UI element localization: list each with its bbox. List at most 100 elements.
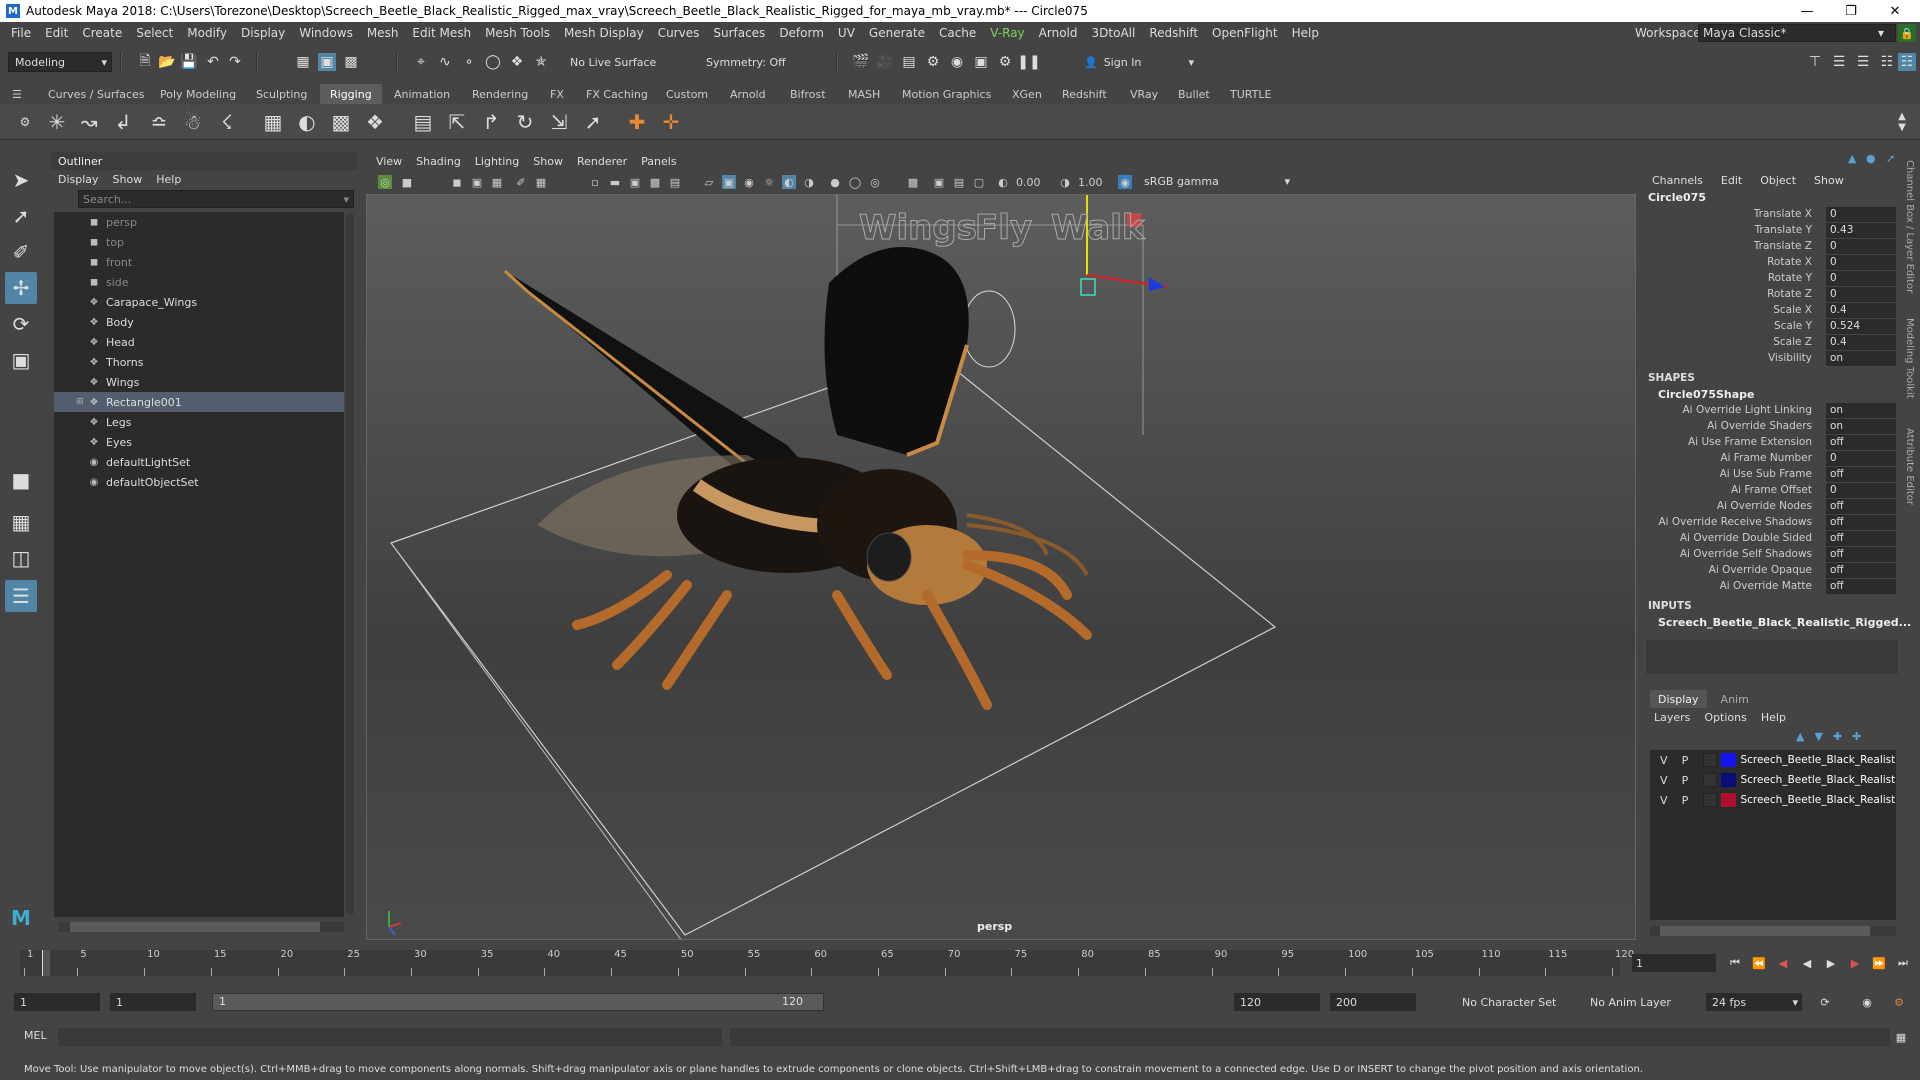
- shelf-tab-sculpting[interactable]: Sculpting: [246, 84, 317, 104]
- attr-value[interactable]: on: [1826, 402, 1896, 418]
- save-scene-icon[interactable]: 💾: [180, 53, 198, 71]
- attr-ai-frame-number[interactable]: Ai Frame Number 0: [1644, 450, 1900, 466]
- outliner-item-head[interactable]: ❖ Head: [54, 332, 344, 352]
- shelf-menu-icon[interactable]: ☰: [6, 84, 28, 104]
- select-tool-icon[interactable]: ➤: [5, 164, 37, 196]
- attr-rotate-y[interactable]: Rotate Y 0: [1644, 270, 1900, 286]
- attr-ai-override-receive-shadows[interactable]: Ai Override Receive Shadows off: [1644, 514, 1900, 530]
- outliner-item-default-light-set[interactable]: ◉ defaultLightSet: [54, 452, 344, 472]
- select-hierarchy-icon[interactable]: ▦: [294, 53, 312, 71]
- side-tab-attribute-editor[interactable]: Attribute Editor: [1904, 428, 1915, 505]
- attr-translate-z[interactable]: Translate Z 0: [1644, 238, 1900, 254]
- gamma-icon[interactable]: ◑: [1058, 175, 1072, 189]
- side-tab-channel-box[interactable]: Channel Box / Layer Editor: [1904, 160, 1915, 293]
- layer-tab-display[interactable]: Display: [1650, 690, 1707, 708]
- attr-value[interactable]: off: [1826, 498, 1896, 514]
- attr-ai-frame-offset[interactable]: Ai Frame Offset 0: [1644, 482, 1900, 498]
- menu-uv[interactable]: UV: [831, 26, 862, 40]
- loop-icon[interactable]: ⟳: [1816, 993, 1834, 1011]
- viewport-menu-lighting[interactable]: Lighting: [475, 155, 519, 168]
- shelf-tab-redshift[interactable]: Redshift: [1052, 84, 1117, 104]
- symmetry-dropdown[interactable]: Symmetry: Off: [700, 52, 806, 72]
- gate-mask-icon[interactable]: ▣: [628, 175, 642, 189]
- viewport-menu-shading[interactable]: Shading: [416, 155, 461, 168]
- live-surface-field[interactable]: No Live Surface: [564, 52, 670, 72]
- layer-type-toggle[interactable]: [1703, 793, 1717, 807]
- outliner-item-carapace-wings[interactable]: ❖ Carapace_Wings: [54, 292, 344, 312]
- anim-end-field[interactable]: 120: [1234, 993, 1320, 1011]
- current-time-marker[interactable]: [42, 950, 50, 976]
- auto-key-icon[interactable]: ◉: [1858, 993, 1876, 1011]
- layer-color-swatch[interactable]: [1720, 773, 1737, 787]
- channel-box-icon[interactable]: ☷: [1878, 53, 1896, 71]
- ipr-render-icon[interactable]: ▤: [900, 53, 918, 71]
- insert-joint-icon[interactable]: ≏: [144, 107, 174, 137]
- menu-windows[interactable]: Windows: [292, 26, 360, 40]
- attr-value[interactable]: off: [1826, 578, 1896, 594]
- new-layer-selected-icon[interactable]: ✚: [1833, 730, 1842, 743]
- viewport-menu-renderer[interactable]: Renderer: [577, 155, 627, 168]
- move-layer-up-icon[interactable]: ▲: [1796, 730, 1804, 743]
- rig-label-fly[interactable]: Fly: [975, 208, 1033, 249]
- attr-value[interactable]: on: [1826, 350, 1896, 366]
- menu-redshift[interactable]: Redshift: [1142, 26, 1205, 40]
- layer-menu-help[interactable]: Help: [1761, 711, 1786, 724]
- shelf-tab-arnold[interactable]: Arnold: [720, 84, 776, 104]
- render-frame-icon[interactable]: 🎥: [876, 53, 894, 71]
- ik-handle-icon[interactable]: ↝: [74, 107, 104, 137]
- sign-in-button[interactable]: 👤 Sign In ▾: [1078, 52, 1196, 72]
- smooth-shade-icon[interactable]: ▣: [722, 175, 736, 189]
- shelf-tab-rendering[interactable]: Rendering: [462, 84, 538, 104]
- menu-set-dropdown[interactable]: Modeling ▾: [8, 52, 112, 72]
- input-node-name[interactable]: Screech_Beetle_Black_Realistic_Rigged...: [1644, 614, 1911, 630]
- menu-curves[interactable]: Curves: [651, 26, 707, 40]
- menu-help[interactable]: Help: [1285, 26, 1326, 40]
- menu-vray[interactable]: V-Ray: [983, 26, 1031, 40]
- paint-weights-icon[interactable]: ◐: [292, 107, 322, 137]
- outliner-vertical-scrollbar[interactable]: [346, 214, 354, 914]
- layer-tab-anim[interactable]: Anim: [1713, 690, 1757, 708]
- select-object-icon[interactable]: ▣: [318, 53, 336, 71]
- field-chart-icon[interactable]: ▩: [648, 175, 662, 189]
- command-input[interactable]: [58, 1028, 722, 1046]
- outliner-item-persp[interactable]: ◼ persp: [54, 212, 344, 232]
- image-plane-icon[interactable]: ▣: [470, 175, 484, 189]
- layer-playback-toggle[interactable]: P: [1682, 794, 1696, 807]
- paint-select-tool-icon[interactable]: ✐: [5, 236, 37, 268]
- help-icon[interactable]: ●: [1866, 152, 1876, 165]
- use-all-lights-icon[interactable]: ☼: [762, 175, 776, 189]
- shelf-tab-mash[interactable]: MASH: [838, 84, 890, 104]
- lock-icon[interactable]: 🔒: [1898, 24, 1916, 42]
- backface-culling-icon[interactable]: ▢: [972, 175, 986, 189]
- attr-scale-z[interactable]: Scale Z 0.4: [1644, 334, 1900, 350]
- ambient-occlusion-icon[interactable]: ●: [828, 175, 842, 189]
- attr-value[interactable]: 0: [1826, 238, 1896, 254]
- isolate-select-icon[interactable]: ▩: [906, 175, 920, 189]
- pause-icon[interactable]: ❚❚: [1017, 53, 1040, 71]
- menu-mesh[interactable]: Mesh: [360, 26, 406, 40]
- ik-spline-icon[interactable]: ↲: [108, 107, 138, 137]
- outliner-item-side[interactable]: ◼ side: [54, 272, 344, 292]
- new-scene-icon[interactable]: 🗎: [136, 53, 154, 71]
- outliner-item-body[interactable]: ❖ Body: [54, 312, 344, 332]
- outliner-item-thorns[interactable]: ❖ Thorns: [54, 352, 344, 372]
- menu-deform[interactable]: Deform: [772, 26, 831, 40]
- attribute-editor-icon[interactable]: ☰: [1830, 53, 1848, 71]
- menu-generate[interactable]: Generate: [862, 26, 932, 40]
- resolution-gate-icon[interactable]: ▬: [608, 175, 622, 189]
- script-editor-icon[interactable]: ▦: [1892, 1028, 1910, 1046]
- go-to-end-icon[interactable]: ⏭: [1894, 954, 1912, 972]
- side-tab-modeling-toolkit[interactable]: Modeling Toolkit: [1904, 318, 1915, 399]
- tool-settings-icon[interactable]: ☰: [1854, 53, 1872, 71]
- outliner-item-top[interactable]: ◼ top: [54, 232, 344, 252]
- outliner-list[interactable]: ◼ persp ◼ top ◼ front ◼ side ❖ Carapace_Wings…: [54, 212, 344, 917]
- attr-value[interactable]: 0.4: [1826, 302, 1896, 318]
- outliner-item-rectangle001[interactable]: ⊞ ❖ Rectangle001: [54, 392, 344, 412]
- attr-value[interactable]: off: [1826, 562, 1896, 578]
- attr-translate-x[interactable]: Translate X 0: [1644, 206, 1900, 222]
- open-scene-icon[interactable]: 📂: [158, 53, 176, 71]
- outliner-layout-icon[interactable]: ☰: [5, 580, 37, 612]
- viewport-menu-view[interactable]: View: [376, 155, 402, 168]
- menu-surfaces[interactable]: Surfaces: [706, 26, 772, 40]
- two-pane-layout-icon[interactable]: ◫: [5, 542, 37, 574]
